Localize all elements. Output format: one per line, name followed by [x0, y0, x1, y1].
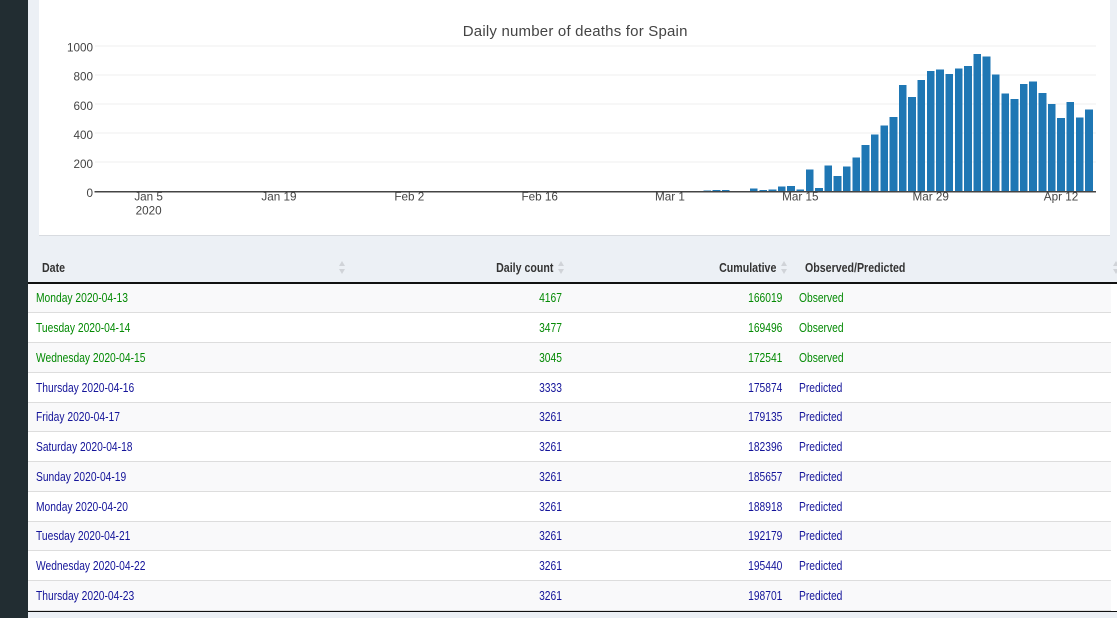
svg-text:800: 800 — [73, 71, 93, 84]
svg-text:400: 400 — [73, 129, 93, 142]
svg-text:Mar 15: Mar 15 — [782, 191, 819, 204]
svg-text:Feb 16: Feb 16 — [521, 191, 557, 204]
svg-text:Mar 1: Mar 1 — [655, 191, 685, 204]
svg-text:Jan 5: Jan 5 — [134, 191, 163, 204]
svg-text:2020: 2020 — [136, 205, 163, 218]
svg-text:1000: 1000 — [67, 42, 94, 55]
svg-text:200: 200 — [73, 158, 93, 171]
svg-text:Apr 12: Apr 12 — [1044, 191, 1078, 204]
svg-text:Feb 2: Feb 2 — [394, 191, 424, 204]
svg-text:600: 600 — [73, 100, 93, 113]
svg-text:Jan 19: Jan 19 — [261, 191, 296, 204]
svg-text:Mar 29: Mar 29 — [912, 191, 948, 204]
svg-text:0: 0 — [86, 187, 93, 200]
